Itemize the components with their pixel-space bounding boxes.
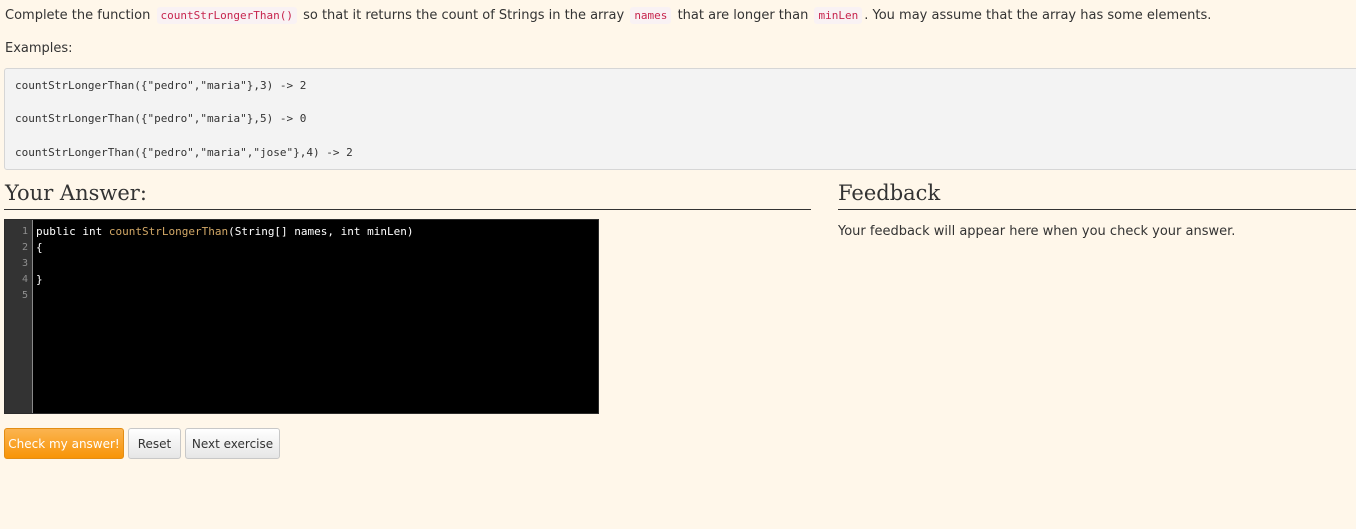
names-param-code: names bbox=[630, 7, 672, 24]
code-line-4[interactable]: } bbox=[36, 272, 43, 288]
prompt-text-4: . You may assume that the array has some… bbox=[864, 8, 1212, 23]
line-number-4: 4 bbox=[21, 274, 28, 285]
prompt-text-3: that are longer than bbox=[677, 8, 809, 23]
function-name-code: countStrLongerThan() bbox=[156, 7, 297, 24]
code-line-2[interactable]: { bbox=[36, 240, 43, 256]
examples-label: Examples: bbox=[5, 41, 73, 56]
reset-button[interactable]: Reset bbox=[128, 428, 181, 459]
line-number-5: 5 bbox=[21, 290, 28, 301]
minlen-param-code: minLen bbox=[814, 7, 863, 24]
code-parameters: (String[] names, int minLen) bbox=[228, 225, 414, 238]
line-number-2: 2 bbox=[21, 242, 28, 253]
feedback-heading: Feedback bbox=[838, 181, 941, 205]
your-answer-heading: Your Answer: bbox=[5, 181, 147, 205]
code-keywords: public int bbox=[36, 225, 109, 238]
example-line-2: countStrLongerThan({"pedro","maria"},5) … bbox=[15, 112, 307, 125]
answer-heading-rule bbox=[4, 209, 811, 210]
feedback-heading-rule bbox=[838, 209, 1356, 210]
code-editor[interactable]: 1 2 3 4 5 public int countStrLongerThan(… bbox=[4, 219, 599, 414]
prompt-text-2: so that it returns the count of Strings … bbox=[303, 8, 625, 23]
next-exercise-button[interactable]: Next exercise bbox=[185, 428, 280, 459]
problem-statement: Complete the function countStrLongerThan… bbox=[5, 7, 1211, 25]
example-line-1: countStrLongerThan({"pedro","maria"},3) … bbox=[15, 79, 307, 92]
line-number-3: 3 bbox=[21, 258, 28, 269]
check-answer-button[interactable]: Check my answer! bbox=[4, 428, 124, 459]
code-line-1[interactable]: public int countStrLongerThan(String[] n… bbox=[36, 224, 414, 240]
example-line-3: countStrLongerThan({"pedro","maria","jos… bbox=[15, 146, 353, 159]
feedback-message: Your feedback will appear here when you … bbox=[838, 224, 1236, 239]
line-number-1: 1 bbox=[21, 226, 28, 237]
prompt-text-1: Complete the function bbox=[5, 8, 151, 23]
line-number-gutter: 1 2 3 4 5 bbox=[5, 220, 33, 413]
examples-box: countStrLongerThan({"pedro","maria"},3) … bbox=[4, 68, 1356, 170]
code-function-name: countStrLongerThan bbox=[108, 225, 229, 238]
